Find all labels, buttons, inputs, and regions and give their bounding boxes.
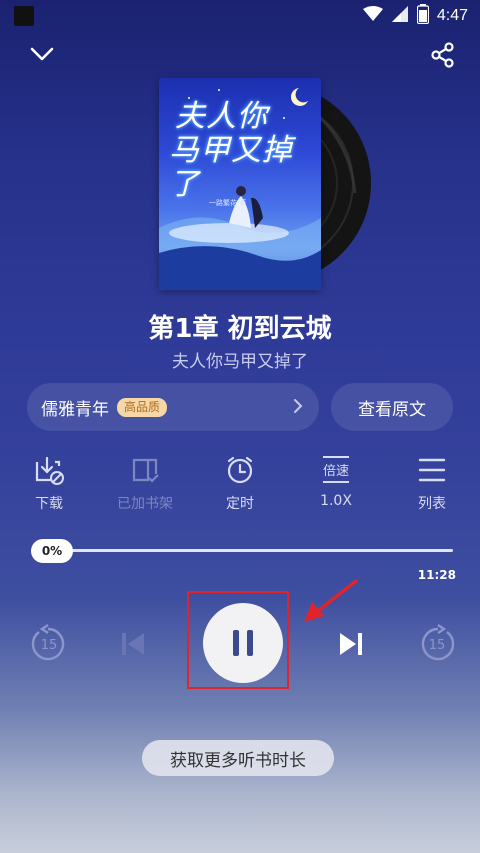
signal-icon [391, 5, 409, 27]
book-cover: 夫人你 马甲又掉了 一路繁花 著 [159, 78, 321, 290]
next-chapter-button[interactable] [331, 624, 371, 664]
voice-selector[interactable]: 儒雅青年 高品质 [27, 383, 319, 431]
cover-title-line1: 夫人你 [175, 99, 268, 134]
download-icon [32, 453, 66, 487]
timer-label: 定时 [226, 496, 254, 512]
list-label: 列表 [418, 496, 446, 512]
forward-15-icon: 15 [421, 624, 455, 661]
timer-button[interactable]: 定时 [205, 453, 275, 513]
book-title: 夫人你马甲又掉了 [172, 352, 308, 372]
download-button[interactable]: 下载 [14, 453, 84, 513]
rewind-15-button[interactable]: 15 [26, 622, 70, 666]
rewind-seconds: 15 [41, 638, 58, 653]
chapter-title: 第1章 初到云城 [148, 314, 332, 344]
speed-badge-text: 倍速 [323, 464, 349, 479]
timer-icon [223, 453, 257, 487]
cover-title: 夫人你 马甲又掉了 [169, 100, 315, 202]
playlist-button[interactable]: 列表 [397, 453, 467, 513]
forward-seconds: 15 [429, 638, 446, 653]
share-button[interactable] [425, 37, 461, 73]
cover-author: 一路繁花 著 [209, 199, 247, 207]
skip-previous-icon [122, 633, 144, 655]
download-label: 下载 [35, 496, 63, 512]
forward-15-button[interactable]: 15 [416, 622, 460, 666]
speed-button[interactable]: 倍速 1.0X [301, 453, 371, 509]
get-more-listening-time-button[interactable]: 获取更多听书时长 [142, 740, 334, 776]
rewind-15-icon: 15 [31, 624, 65, 661]
annotation-highlight-box [187, 591, 289, 689]
skip-next-icon [340, 633, 362, 655]
cover-title-line2: 马甲又掉了 [169, 133, 293, 202]
status-app-icon [14, 6, 34, 26]
battery-icon [416, 4, 429, 28]
bookshelf-label: 已加书架 [117, 496, 173, 512]
view-original-button[interactable]: 查看原文 [331, 383, 453, 431]
bookshelf-icon [128, 453, 162, 487]
total-time: 11:28 [417, 568, 456, 582]
wifi-icon [362, 6, 383, 26]
annotation-arrow-icon [304, 579, 358, 622]
speed-icon: 倍速 [319, 453, 353, 487]
quality-badge: 高品质 [117, 397, 168, 417]
progress-track[interactable] [31, 549, 453, 552]
bookshelf-button[interactable]: 已加书架 [110, 453, 180, 513]
speed-label: 1.0X [320, 493, 352, 509]
chevron-right-icon [293, 397, 303, 419]
progress-thumb[interactable]: 0% [31, 539, 73, 563]
share-icon [431, 42, 454, 68]
previous-chapter-button[interactable] [113, 624, 153, 664]
collapse-button[interactable] [24, 36, 60, 72]
chevron-down-icon [30, 47, 54, 61]
status-bar-right: 4:47 [362, 4, 468, 28]
status-time: 4:47 [436, 7, 468, 24]
list-icon [415, 453, 449, 487]
voice-name: 儒雅青年 [41, 399, 109, 420]
